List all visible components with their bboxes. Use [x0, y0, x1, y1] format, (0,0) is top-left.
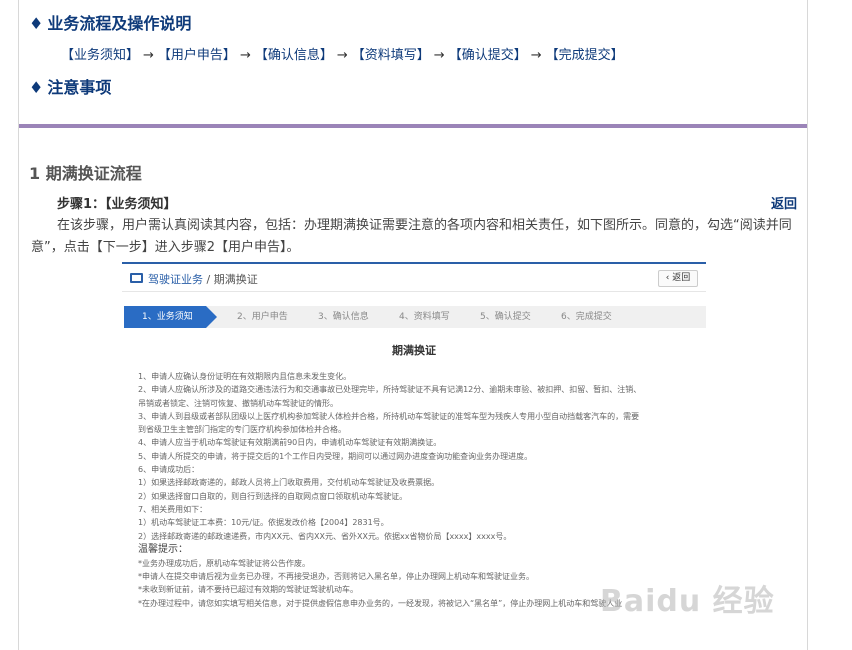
screenshot-header: 驾驶证业务 / 期满换证 ‹ 返回	[122, 262, 706, 292]
warm-tip-line: *业务办理成功后，原机动车驾驶证将公告作废。	[138, 558, 310, 568]
flow-step-complete[interactable]: 【完成提交】	[546, 48, 624, 63]
screenshot-breadcrumb: 驾驶证业务 / 期满换证	[148, 271, 258, 287]
baidu-watermark: Baidu 经验	[600, 584, 775, 619]
flow-heading: 1 期满换证流程	[29, 164, 142, 183]
arrow-right-icon: →	[143, 48, 154, 63]
content-panel: ♦ 业务流程及操作说明 【业务须知】 → 【用户申告】 → 【确认信息】 → 【资料填写】 → 【…	[18, 0, 808, 650]
flow-step-notice[interactable]: 【业务须知】	[61, 48, 139, 63]
flow-step-fill-data[interactable]: 【资料填写】	[352, 48, 430, 63]
flow-step-declare[interactable]: 【用户申告】	[158, 48, 236, 63]
doc-line: 1、申请人应确认身份证明在有效期限内且信息未发生变化。	[138, 372, 352, 381]
arrow-right-icon: →	[336, 48, 348, 63]
wizard-steps: 1、业务须知 2、用户申告 3、确认信息 4、资料填写 5、确认提交 6、完成提…	[124, 306, 706, 328]
breadcrumb-main[interactable]: 驾驶证业务	[148, 273, 203, 286]
doc-line: 2、申请人应确认所涉及的道路交通违法行为和交通事故已处理完毕，所持驾驶证不具有记…	[138, 385, 642, 395]
wizard-step-2: 2、用户申告	[237, 312, 288, 322]
doc-line: 6、申请成功后：	[138, 465, 200, 475]
arrow-right-icon: →	[239, 48, 251, 63]
step-title: 步骤1：【业务须知】	[57, 197, 177, 212]
breadcrumb-separator: /	[203, 273, 214, 286]
process-section-title: ♦ 业务流程及操作说明	[29, 10, 191, 34]
doc-line: 4、申请人应当于机动车驾驶证有效期满前90日内，申请机动车驾驶证有效期满换证。	[138, 438, 442, 448]
arrow-right-icon: →	[530, 48, 542, 63]
diamond-icon: ♦	[29, 78, 44, 97]
back-link[interactable]: 返回	[771, 193, 797, 212]
section-divider	[19, 124, 807, 128]
doc-content: 1、申请人应确认身份证明在有效期限内且信息未发生变化。 2、申请人应确认所涉及的…	[138, 370, 704, 610]
process-title-text: 业务流程及操作说明	[47, 14, 192, 33]
process-flow: 【业务须知】 → 【用户申告】 → 【确认信息】 → 【资料填写】 → 【确认提交】 → 【完成提交…	[61, 44, 624, 63]
doc-line: 1）机动车驾驶证工本费：10元/证。依据发改价格【2004】2831号。	[138, 518, 389, 528]
wizard-step-1: 1、业务须知	[124, 306, 217, 328]
step-description: 在该步骤，用户需认真阅读其内容，包括：办理期满换证需要注意的各项内容和相关责任，…	[31, 218, 792, 255]
arrow-right-icon: →	[433, 48, 445, 63]
doc-line: 2）如果选择窗口自取的，则自行到选择的自取网点窗口领取机动车驾驶证。	[138, 491, 408, 501]
flow-step-confirm-info[interactable]: 【确认信息】	[255, 48, 333, 63]
diamond-icon: ♦	[29, 14, 44, 33]
doc-line: 2）选择邮政寄递的邮政速递费，市内XX元、省内XX元、省外XX元。依据xx省物价…	[138, 531, 512, 541]
doc-line: 3、申请人到县级或者部队团级以上医疗机构参加驾驶人体检并合格，所持机动车驾驶证的…	[138, 411, 640, 421]
breadcrumb-sub: 期满换证	[213, 273, 258, 286]
notes-title-text: 注意事项	[47, 78, 112, 97]
doc-title: 期满换证	[392, 344, 436, 357]
doc-line: 到省级卫生主管部门指定的专门医疗机构参加体检并合格。	[138, 425, 346, 435]
document-icon	[130, 273, 143, 283]
wizard-step-3: 3、确认信息	[318, 312, 369, 322]
doc-line: 5、申请人所提交的申请，将于提交后的1个工作日内受理，期间可以通过网办进度查询功…	[138, 451, 533, 461]
notes-section-title: ♦ 注意事项	[29, 74, 111, 98]
screenshot-back-button[interactable]: ‹ 返回	[658, 270, 698, 287]
wizard-step-6: 6、完成提交	[561, 312, 612, 322]
wizard-step-4: 4、资料填写	[399, 312, 450, 322]
wizard-step-5: 5、确认提交	[480, 312, 531, 322]
doc-line: 1）如果选择邮政寄递的，邮政人员将上门收取费用，交付机动车驾驶证及收费票据。	[138, 478, 440, 488]
doc-line: 7、相关费用如下：	[138, 504, 208, 514]
flow-step-confirm-submit[interactable]: 【确认提交】	[449, 48, 527, 63]
doc-line: 吊销或者锁定、注销可恢复、撤销机动车驾驶证的情形。	[138, 398, 338, 408]
warm-tip-title: 温馨提示：	[138, 543, 188, 555]
